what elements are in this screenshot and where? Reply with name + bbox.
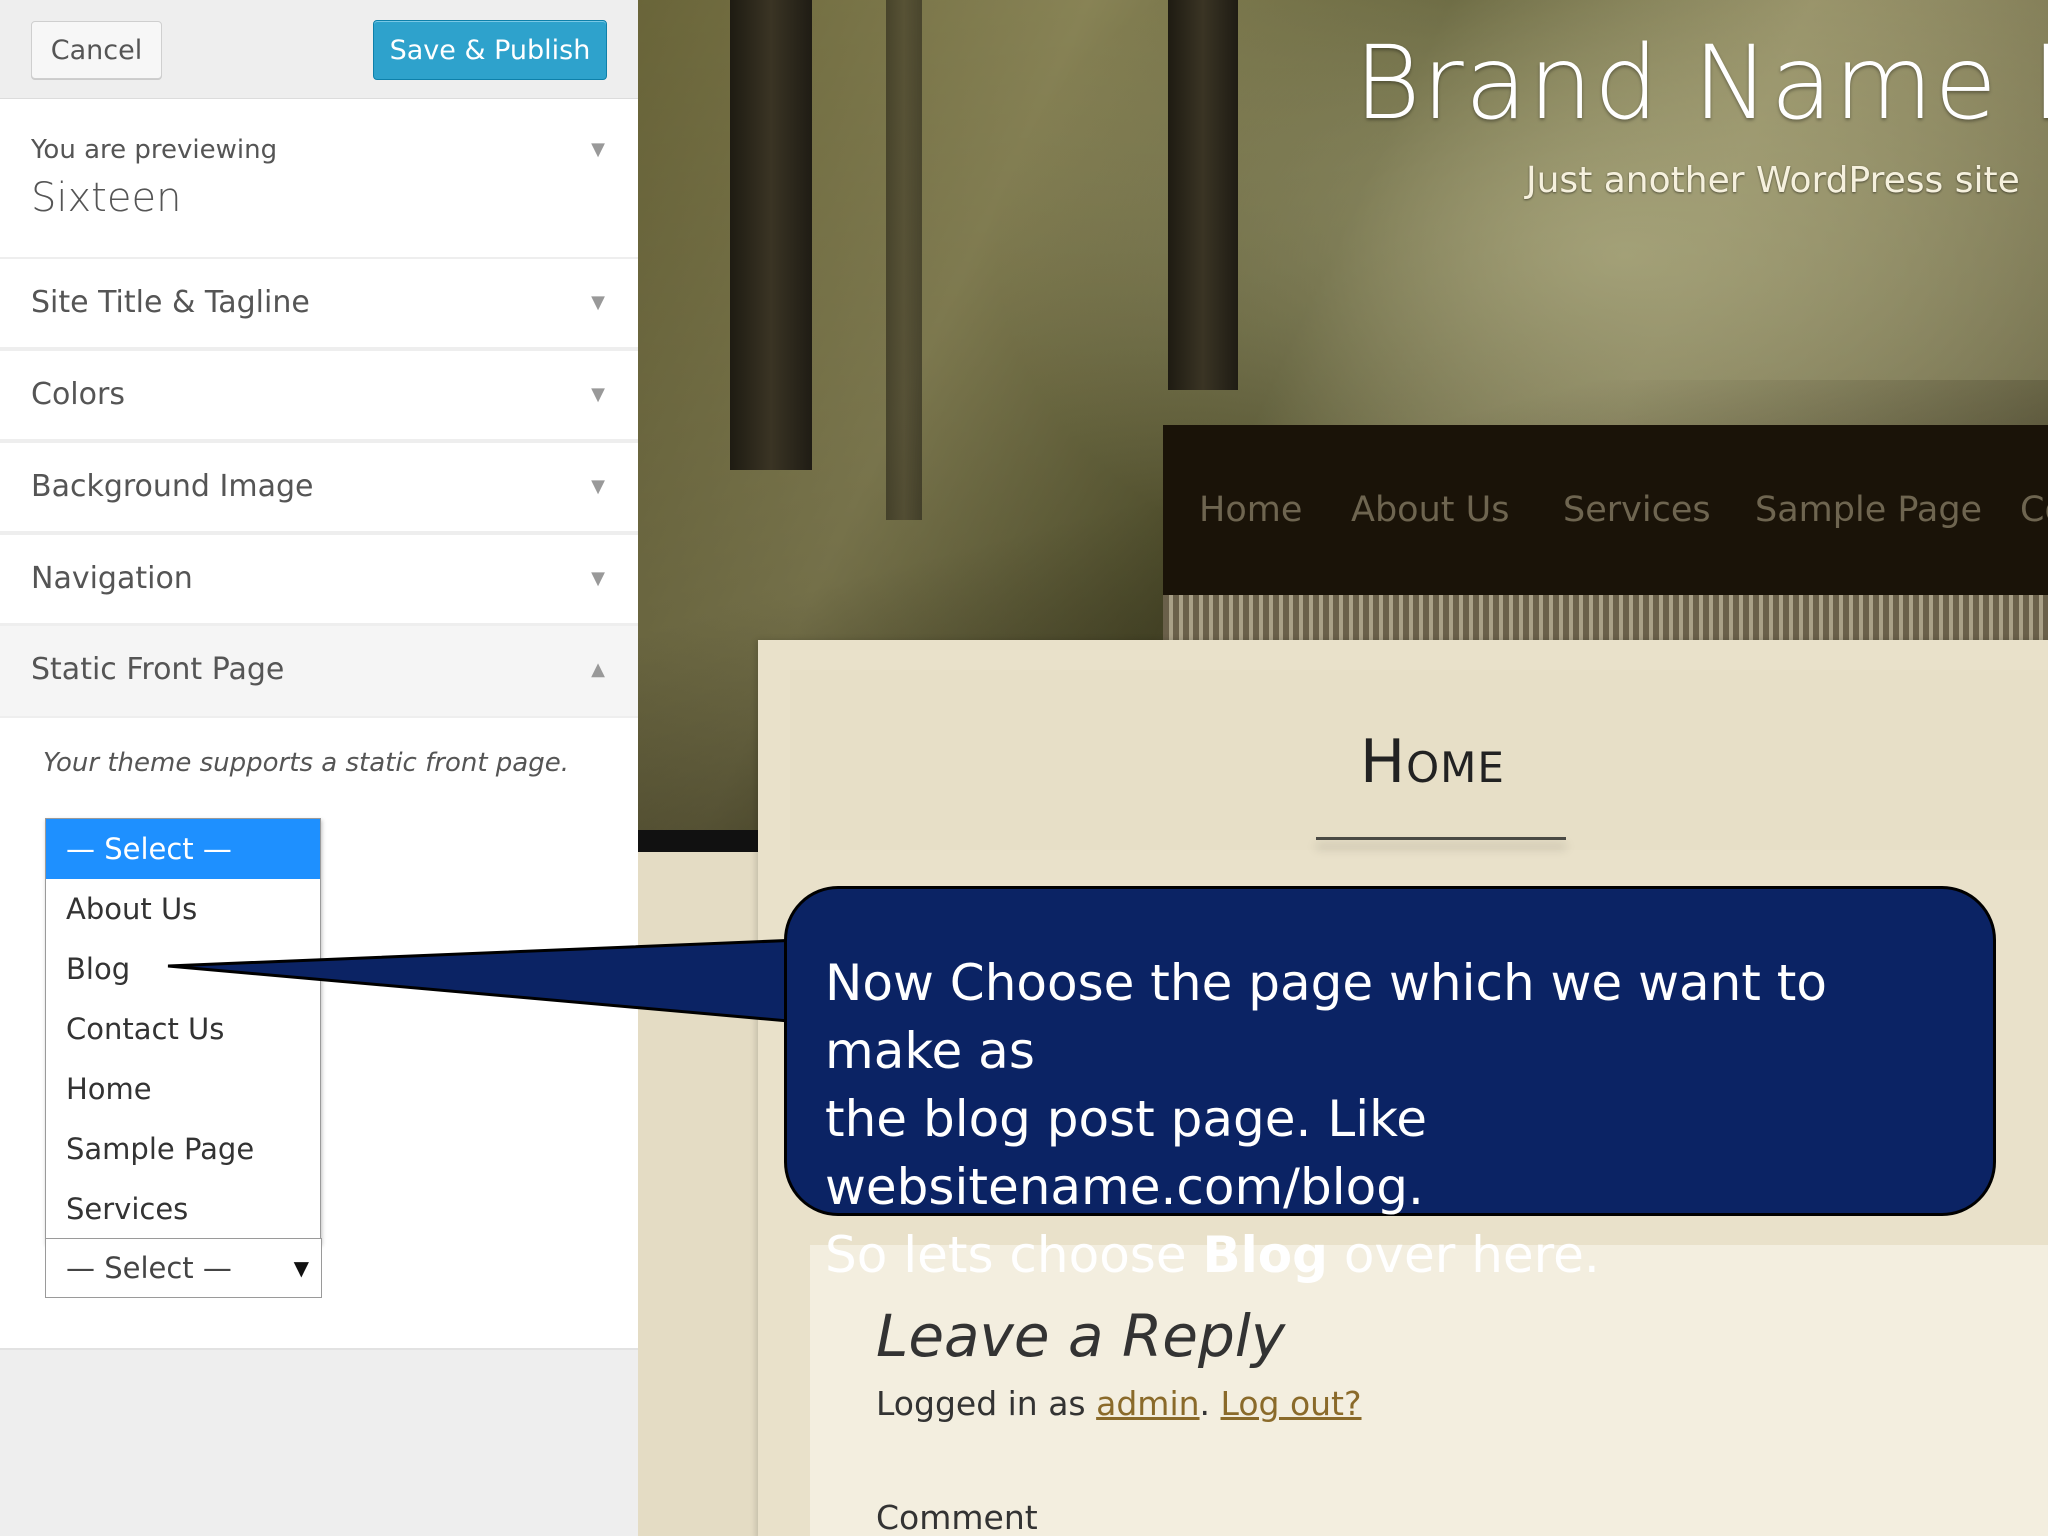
callout-text-prefix: So lets choose <box>825 1226 1187 1284</box>
nav-item-services[interactable]: Services <box>1563 425 1711 595</box>
primary-navigation: Home About Us Services Sample Page Co <box>1163 425 2048 595</box>
chevron-down-icon: ▼ <box>591 476 605 497</box>
section-label: Colors <box>31 377 125 412</box>
customizer-header: Cancel Save & Publish <box>0 0 638 99</box>
customizer-sidebar: Cancel Save & Publish You are previewing… <box>0 0 638 1536</box>
chevron-down-icon: ▼ <box>591 292 605 313</box>
chevron-up-icon: ▲ <box>591 659 605 680</box>
heading-divider <box>1316 837 1566 840</box>
section-label: Static Front Page <box>31 652 285 687</box>
save-publish-button[interactable]: Save & Publish <box>373 20 607 80</box>
hero-edge <box>638 830 758 852</box>
reply-title: Leave a Reply <box>876 1302 1286 1370</box>
site-tagline: Just another WordPress site <box>1526 160 2020 201</box>
callout-line: the blog post page. Like websitename.com… <box>825 1090 1428 1216</box>
site-title[interactable]: Brand Name Lo <box>1354 24 2048 143</box>
logged-in-line: Logged in as admin. Log out? <box>876 1384 1362 1423</box>
chevron-down-icon: ▼ <box>591 568 605 589</box>
callout-text-suffix: over here. <box>1343 1226 1600 1284</box>
chevron-down-icon: ▼ <box>591 139 605 160</box>
tree-trunk <box>1168 0 1238 390</box>
dropdown-option[interactable]: Sample Page <box>46 1119 320 1179</box>
nav-item-contact[interactable]: Co <box>2020 425 2048 595</box>
logout-link[interactable]: Log out? <box>1221 1384 1362 1423</box>
theme-preview-panel[interactable]: You are previewing Sixteen ▼ <box>0 99 638 259</box>
callout-emphasis: Blog <box>1202 1226 1328 1284</box>
header-texture <box>1163 595 2048 640</box>
callout-text: Now Choose the page which we want to mak… <box>825 949 1975 1289</box>
dropdown-option[interactable]: Contact Us <box>46 999 320 1059</box>
section-label: Navigation <box>31 561 193 596</box>
nav-item-home[interactable]: Home <box>1199 425 1302 595</box>
nav-item-sample-page[interactable]: Sample Page <box>1755 425 1982 595</box>
callout-line: So lets choose Blog over here. <box>825 1221 1975 1289</box>
chevron-down-icon: ▼ <box>591 384 605 405</box>
site-preview: Brand Name Lo Just another WordPress sit… <box>638 0 2048 1536</box>
section-navigation[interactable]: Navigation ▼ <box>0 535 638 625</box>
comment-label: Comment <box>876 1498 1038 1536</box>
posts-page-select[interactable]: — Select — ▼ <box>45 1238 322 1298</box>
dropdown-option[interactable]: — Select — <box>46 819 320 879</box>
select-value: — Select — <box>66 1251 232 1285</box>
static-front-page-content: Your theme supports a static front page.… <box>0 718 638 1350</box>
previewing-label: You are previewing <box>31 135 278 165</box>
section-background-image[interactable]: Background Image ▼ <box>0 443 638 533</box>
dropdown-option[interactable]: About Us <box>46 879 320 939</box>
front-page-dropdown-list[interactable]: — Select — About Us Blog Contact Us Home… <box>45 818 321 1244</box>
tutorial-callout: Now Choose the page which we want to mak… <box>784 886 1996 1284</box>
dropdown-option[interactable]: Home <box>46 1059 320 1119</box>
section-colors[interactable]: Colors ▼ <box>0 351 638 441</box>
cancel-button[interactable]: Cancel <box>31 21 162 79</box>
chevron-down-icon: ▼ <box>293 1256 309 1280</box>
theme-name: Sixteen <box>31 175 182 221</box>
callout-line: Now Choose the page which we want to mak… <box>825 954 1828 1080</box>
section-label: Site Title & Tagline <box>31 285 310 320</box>
nav-item-about-us[interactable]: About Us <box>1351 425 1509 595</box>
section-site-title-tagline[interactable]: Site Title & Tagline ▼ <box>0 259 638 349</box>
dropdown-option[interactable]: Services <box>46 1179 320 1239</box>
section-static-front-page[interactable]: Static Front Page ▲ <box>0 626 638 718</box>
dropdown-option-blog[interactable]: Blog <box>46 939 320 999</box>
static-front-page-description: Your theme supports a static front page. <box>43 748 569 778</box>
page-title: Home <box>1360 727 1505 797</box>
admin-link[interactable]: admin <box>1096 1384 1199 1423</box>
logged-in-prefix: Logged in as <box>876 1384 1086 1423</box>
section-label: Background Image <box>31 469 314 504</box>
